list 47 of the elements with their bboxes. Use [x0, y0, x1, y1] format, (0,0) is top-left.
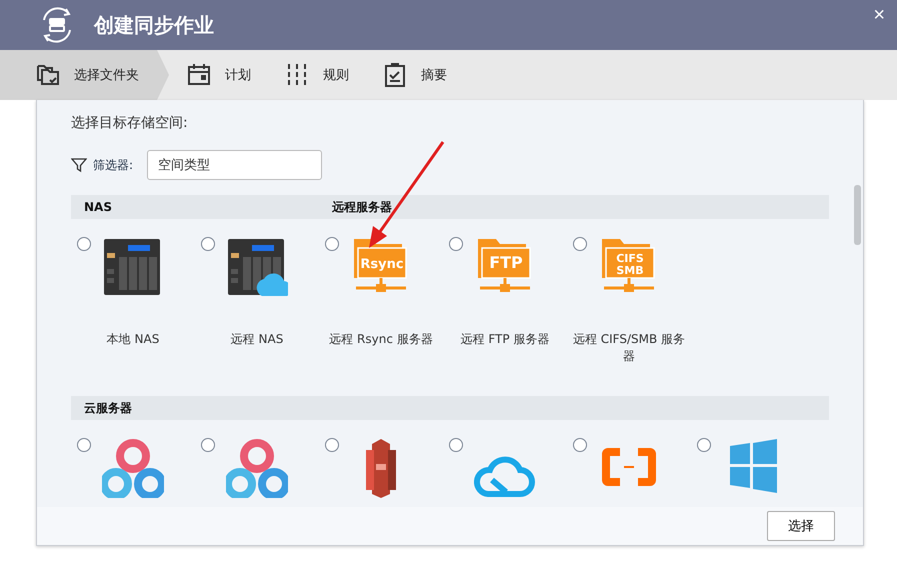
radio-button[interactable]: [325, 438, 339, 452]
folder-badge-text: Rsync: [360, 257, 404, 272]
prompt-text: 选择目标存储空间:: [71, 114, 189, 132]
window-title: 创建同步作业: [94, 12, 214, 38]
radio-button[interactable]: [201, 237, 215, 251]
folder-badge-text: FTP: [489, 253, 523, 272]
step-tab[interactable]: 摘要: [375, 50, 473, 100]
step-label: 摘要: [421, 67, 447, 84]
radio-button[interactable]: [77, 237, 91, 251]
item-label: 远程 CIFS/SMB 服务器: [572, 331, 686, 365]
cloud-rings-icon: [102, 436, 164, 498]
step-label: 计划: [225, 67, 251, 84]
step-label: 规则: [323, 67, 349, 84]
radio-button[interactable]: [449, 438, 463, 452]
calendar-icon: [187, 63, 211, 87]
folder-network-drawing: [354, 239, 408, 292]
item-label: 远程 NAS: [230, 331, 284, 348]
step-label: 选择文件夹: [74, 67, 139, 84]
step-tab[interactable]: 计划: [179, 50, 277, 100]
folder-badge-text: SMB: [616, 264, 644, 277]
item-label: 远程 Rsync 服务器: [328, 331, 434, 348]
folder-network-drawing: [602, 239, 656, 292]
close-button[interactable]: ×: [869, 2, 889, 29]
radio-button[interactable]: [697, 438, 711, 452]
radio-button[interactable]: [325, 237, 339, 251]
section-title: NAS: [84, 200, 113, 214]
radio-button[interactable]: [573, 438, 587, 452]
section-title: 远程服务器: [332, 198, 392, 216]
item-label: 远程 FTP 服务器: [460, 331, 550, 348]
radio-button[interactable]: [201, 438, 215, 452]
step-tab[interactable]: 规则: [277, 50, 375, 100]
radio-button[interactable]: [573, 237, 587, 251]
select-button[interactable]: 选择: [767, 511, 835, 541]
folder-badge-text: CIFS: [616, 252, 644, 265]
filter-label: 筛选器:: [93, 156, 134, 174]
sliders-icon: [285, 63, 309, 87]
radio-button[interactable]: [77, 438, 91, 452]
section-title: 云服务器: [84, 400, 132, 416]
filter-icon: [71, 157, 87, 173]
cloud-rings-icon: [226, 436, 288, 498]
folder-network-drawing: [478, 239, 532, 292]
filter-field[interactable]: 空间类型: [147, 150, 322, 180]
folder-check-icon: [36, 63, 60, 87]
clipboard-icon: [383, 63, 407, 87]
radio-button[interactable]: [449, 237, 463, 251]
scrollbar-thumb[interactable]: [854, 185, 861, 245]
item-label: 本地 NAS: [106, 331, 160, 348]
